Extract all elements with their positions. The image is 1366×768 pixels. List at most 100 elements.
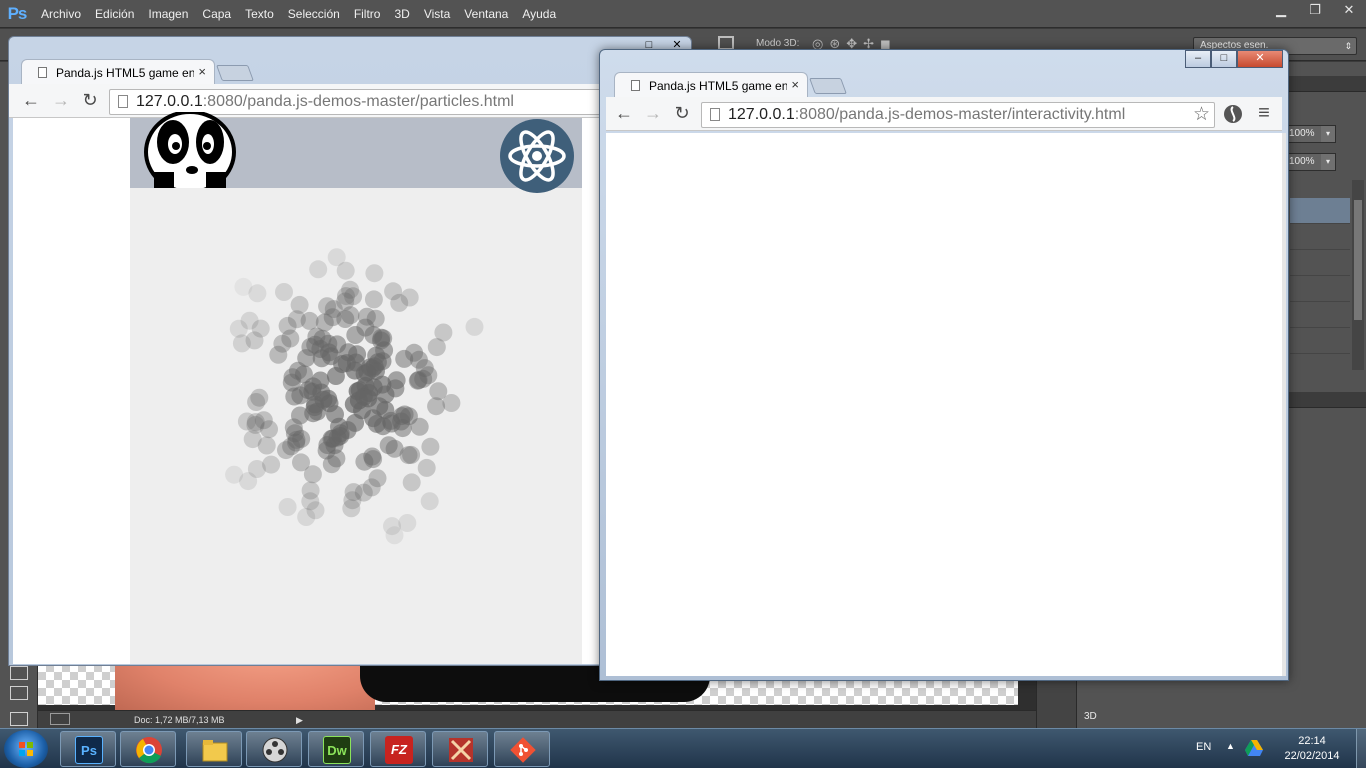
particle	[365, 357, 384, 376]
taskbar-app-explorer[interactable]	[186, 731, 242, 767]
layer-row[interactable]	[1290, 302, 1350, 328]
layer-row[interactable]	[1290, 276, 1350, 302]
taskbar-app-red[interactable]	[432, 731, 488, 767]
url-path: :8080/panda.js-demos-master/interactivit…	[794, 106, 1126, 123]
clock-date: 22/02/2014	[1284, 750, 1340, 762]
bookmark-star-icon[interactable]: ☆	[1193, 103, 1210, 127]
clock-time: 22:14	[1298, 735, 1326, 747]
menu-vista[interactable]: Vista	[417, 0, 457, 28]
play-arrow-icon[interactable]: ▶	[296, 711, 303, 729]
back-arrow-icon[interactable]: ←	[614, 103, 634, 123]
reload-icon[interactable]: ↻	[672, 103, 692, 123]
particle	[342, 499, 361, 518]
page-icon	[38, 67, 47, 78]
taskbar-app-media[interactable]	[246, 731, 302, 767]
menu-imagen[interactable]: Imagen	[141, 0, 195, 28]
tool-frame-icon[interactable]	[10, 712, 28, 726]
particle	[326, 405, 344, 424]
particle	[359, 389, 378, 408]
game-canvas[interactable]	[130, 112, 582, 664]
show-desktop-button[interactable]	[1356, 729, 1366, 768]
forward-arrow-icon[interactable]: →	[643, 103, 663, 123]
taskbar-app-git[interactable]	[494, 731, 550, 767]
app-red-icon	[449, 738, 473, 762]
tab-close-icon[interactable]: ×	[198, 64, 206, 79]
layer-row[interactable]	[1290, 328, 1350, 354]
menu-edicion[interactable]: Edición	[88, 0, 141, 28]
taskbar-app-photoshop[interactable]: Ps	[60, 731, 116, 767]
particle	[434, 323, 453, 342]
particle	[364, 290, 383, 309]
grid-icon[interactable]	[718, 36, 734, 50]
taskbar-app-chrome[interactable]	[120, 731, 176, 767]
tab-close-icon[interactable]: ×	[791, 77, 799, 92]
layer-row[interactable]	[1290, 250, 1350, 276]
doc-size-info: Doc: 1,72 MB/7,13 MB	[134, 715, 225, 725]
start-button[interactable]	[4, 730, 48, 768]
particle	[247, 460, 266, 478]
page-content[interactable]	[606, 133, 1282, 676]
forward-arrow-icon[interactable]: →	[51, 90, 71, 110]
ps-restore-icon[interactable]: ❐	[1298, 0, 1332, 22]
ps-close-icon[interactable]: ✕	[1332, 0, 1366, 22]
extension-icon[interactable]	[1223, 104, 1243, 124]
particle	[392, 412, 411, 431]
tool-quick-mask-icon[interactable]	[10, 686, 28, 700]
system-clock[interactable]: 22:14 22/02/2014	[1272, 734, 1352, 764]
photoshop-menubar: Ps Archivo Edición Imagen Capa Texto Sel…	[0, 0, 1366, 28]
atom-logo-icon[interactable]	[499, 118, 575, 194]
layer-row-selected[interactable]	[1290, 198, 1350, 224]
photoshop-statusbar: Doc: 1,72 MB/7,13 MB ▶	[38, 710, 1036, 730]
particle	[278, 498, 297, 516]
reload-icon[interactable]: ↻	[80, 90, 100, 110]
photoshop-menu: Archivo Edición Imagen Capa Texto Selecc…	[34, 0, 563, 28]
particle	[384, 282, 403, 301]
panel-tab-3d[interactable]: 3D	[1080, 709, 1110, 725]
menu-3d[interactable]: 3D	[387, 0, 416, 28]
tab-title: Panda.js HTML5 game en	[56, 66, 194, 80]
particle	[420, 492, 439, 511]
layers-scroll-thumb[interactable]	[1354, 200, 1362, 320]
new-tab-button[interactable]	[216, 65, 254, 81]
menu-texto[interactable]: Texto	[238, 0, 281, 28]
menu-capa[interactable]: Capa	[195, 0, 238, 28]
photoshop-logo[interactable]: Ps	[0, 0, 34, 28]
zoom-field[interactable]	[50, 713, 70, 725]
minimize-icon[interactable]: –	[1185, 50, 1211, 68]
menu-archivo[interactable]: Archivo	[34, 0, 88, 28]
tab-interactivity[interactable]: Panda.js HTML5 game en ×	[614, 72, 808, 98]
tool-screen-mode-icon[interactable]	[10, 666, 28, 680]
menu-ayuda[interactable]: Ayuda	[515, 0, 563, 28]
maximize-icon[interactable]: □	[1211, 50, 1237, 68]
google-drive-icon[interactable]	[1245, 740, 1263, 756]
taskbar-app-dreamweaver[interactable]: Dw	[308, 731, 364, 767]
url-path: :8080/panda.js-demos-master/particles.ht…	[202, 93, 514, 110]
close-icon[interactable]: ✕	[1237, 50, 1283, 68]
back-arrow-icon[interactable]: ←	[21, 90, 41, 110]
layer-row[interactable]	[1290, 224, 1350, 250]
tab-particles[interactable]: Panda.js HTML5 game en ×	[21, 59, 215, 85]
filezilla-icon: FZ	[385, 736, 413, 764]
particle	[374, 329, 393, 348]
tray-expand-icon[interactable]: ▲	[1226, 741, 1235, 751]
particle	[309, 260, 328, 279]
ps-minimize-icon[interactable]: ▁	[1264, 0, 1298, 22]
new-tab-button[interactable]	[809, 78, 847, 94]
particle	[315, 313, 334, 332]
url-host: 127.0.0.1	[136, 93, 203, 110]
menu-icon[interactable]: ≡	[1254, 103, 1274, 123]
address-bar[interactable]: 127.0.0.1:8080/panda.js-demos-master/int…	[701, 102, 1215, 128]
photoshop-icon: Ps	[75, 736, 103, 764]
language-indicator[interactable]: EN	[1196, 741, 1211, 753]
particle-emitter	[225, 248, 484, 545]
particle	[313, 329, 332, 348]
menu-seleccion[interactable]: Selección	[281, 0, 347, 28]
opacity-field[interactable]: 100% ▾	[1286, 125, 1336, 143]
menu-ventana[interactable]: Ventana	[457, 0, 515, 28]
taskbar-app-filezilla[interactable]: FZ	[370, 731, 426, 767]
particle	[337, 354, 356, 373]
menu-filtro[interactable]: Filtro	[347, 0, 388, 28]
particle	[395, 349, 414, 368]
fill-field[interactable]: 100% ▾	[1286, 153, 1336, 171]
scrollbar[interactable]	[1282, 133, 1286, 676]
